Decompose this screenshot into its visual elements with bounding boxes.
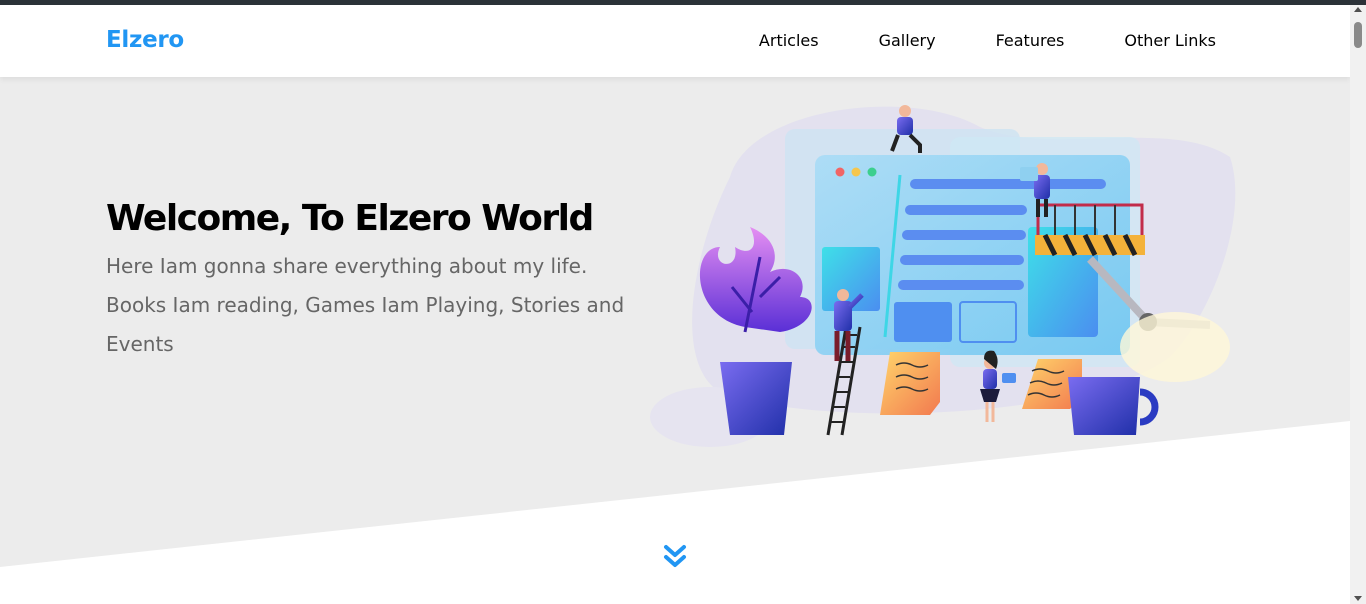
main-nav: Articles Gallery Features Other Links bbox=[729, 5, 1350, 77]
double-chevron-down-icon[interactable] bbox=[663, 543, 687, 573]
nav-link-features[interactable]: Features bbox=[966, 5, 1095, 77]
logo-link[interactable]: Elzero bbox=[106, 27, 184, 53]
scroll-down-arrow-icon[interactable] bbox=[1354, 596, 1362, 601]
landing-text: Welcome, To Elzero World Here Iam gonna … bbox=[106, 197, 626, 364]
landing-section: Welcome, To Elzero World Here Iam gonna … bbox=[0, 77, 1350, 604]
site-header: Elzero Articles Gallery Features Other L… bbox=[0, 5, 1350, 77]
landing-title: Welcome, To Elzero World bbox=[106, 198, 594, 239]
nav-link-articles[interactable]: Articles bbox=[729, 5, 849, 77]
web-design-illustration bbox=[650, 105, 1236, 447]
page: Elzero Articles Gallery Features Other L… bbox=[0, 5, 1350, 604]
scroll-thumb[interactable] bbox=[1354, 22, 1362, 48]
nav-link-gallery[interactable]: Gallery bbox=[849, 5, 966, 77]
vertical-scrollbar[interactable] bbox=[1350, 5, 1366, 604]
scroll-up-arrow-icon[interactable] bbox=[1354, 7, 1362, 12]
nav-link-other-links[interactable]: Other Links bbox=[1094, 5, 1350, 77]
landing-description: Here Iam gonna share everything about my… bbox=[106, 254, 625, 356]
